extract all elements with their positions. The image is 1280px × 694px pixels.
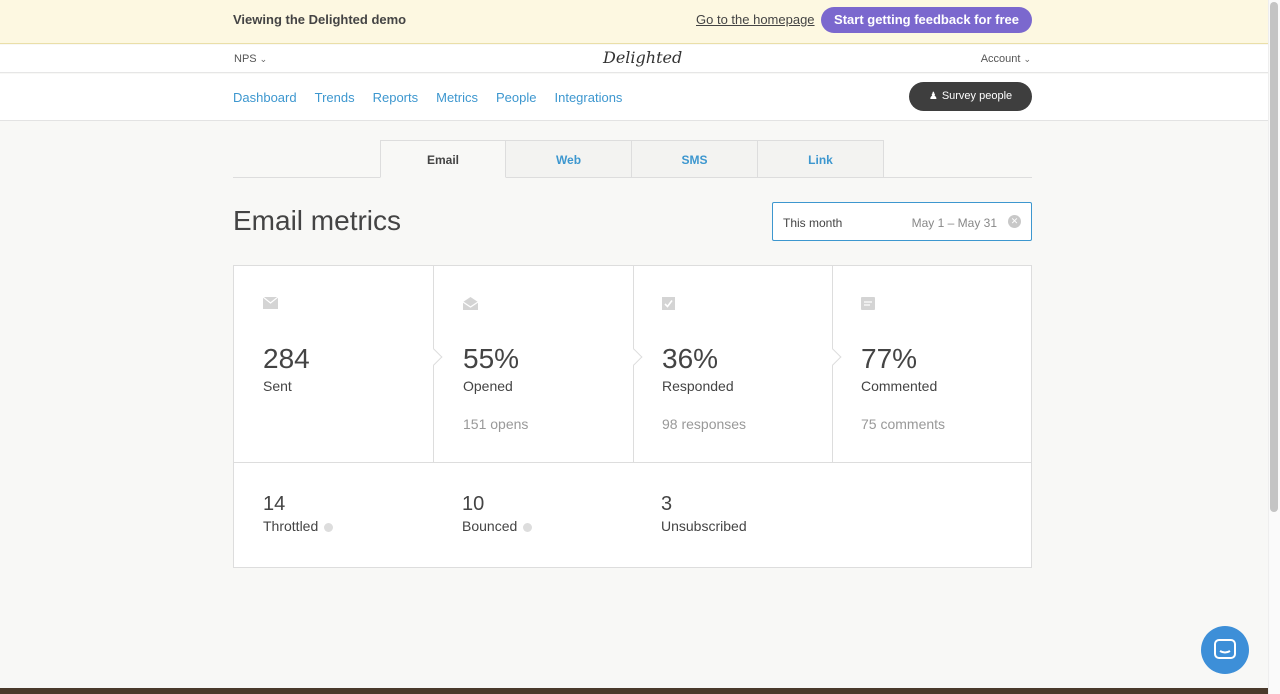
metric-label: Bounced <box>462 518 533 534</box>
metric-sent: 284 Sent <box>234 266 443 463</box>
metric-value: 10 <box>462 493 485 515</box>
nav-people[interactable]: People <box>496 90 536 105</box>
metric-responded: 36% Responded 98 responses <box>633 266 842 463</box>
top-bar: NPS ⌄ Delighted Account ⌄ <box>0 45 1268 73</box>
metrics-card: 284 Sent 55% Opened 151 opens 36% Respon… <box>233 265 1032 568</box>
metric-label: Unsubscribed <box>661 518 747 534</box>
survey-people-label: Survey people <box>941 90 1013 102</box>
metric-detail: 98 responses <box>662 416 747 432</box>
add-person-icon: ♟ <box>928 91 938 102</box>
metric-value: 36% <box>662 343 719 374</box>
metric-opened: 55% Opened 151 opens <box>434 266 643 463</box>
tab-web[interactable]: Web <box>506 140 632 178</box>
nav-integrations[interactable]: Integrations <box>555 90 623 105</box>
main-nav: Dashboard Trends Reports Metrics People … <box>0 74 1268 121</box>
metric-label: Sent <box>263 378 292 394</box>
nav-dashboard[interactable]: Dashboard <box>233 90 297 105</box>
info-icon[interactable] <box>523 522 533 532</box>
metric-label: Throttled <box>263 518 334 534</box>
checkbox-icon <box>662 297 677 310</box>
demo-banner: Viewing the Delighted demo Go to the hom… <box>0 0 1268 44</box>
scrollbar[interactable] <box>1268 0 1280 694</box>
envelope-icon <box>262 296 279 310</box>
clear-icon[interactable]: ✕ <box>1008 215 1021 228</box>
date-range-value: May 1 – May 31 <box>911 216 997 230</box>
metric-value: 3 <box>661 493 673 515</box>
scrollbar-thumb[interactable] <box>1270 2 1278 512</box>
metric-bounced: 10 Bounced <box>433 463 633 568</box>
metric-detail: 75 comments <box>861 416 946 432</box>
date-range-picker[interactable]: This month May 1 – May 31 ✕ <box>772 202 1032 241</box>
metric-label: Responded <box>662 378 734 394</box>
account-menu[interactable]: Account ⌄ <box>981 53 1031 65</box>
nav-metrics[interactable]: Metrics <box>436 90 478 105</box>
product-selector-label: NPS <box>234 53 257 65</box>
chevron-down-icon: ⌄ <box>1023 54 1031 64</box>
nav-trends[interactable]: Trends <box>315 90 355 105</box>
tab-email[interactable]: Email <box>380 140 506 178</box>
demo-banner-title: Viewing the Delighted demo <box>233 12 407 27</box>
survey-people-button[interactable]: ♟ Survey people <box>909 82 1032 111</box>
chat-launcher[interactable] <box>1201 626 1249 674</box>
metric-unsubscribed: 3 Unsubscribed <box>632 463 832 568</box>
metric-value: 55% <box>463 343 520 374</box>
start-feedback-button[interactable]: Start getting feedback for free <box>821 7 1032 33</box>
channel-tabs: Email Web SMS Link <box>380 140 884 178</box>
product-selector[interactable]: NPS ⌄ <box>234 53 267 65</box>
metric-value: 77% <box>861 343 918 374</box>
homepage-link[interactable]: Go to the homepage <box>696 12 815 27</box>
metric-value: 284 <box>263 343 310 374</box>
nav-reports[interactable]: Reports <box>373 90 419 105</box>
info-icon[interactable] <box>324 522 334 532</box>
throttled-label: Throttled <box>263 518 319 534</box>
metric-commented: 77% Commented 75 comments <box>832 266 1032 463</box>
page-title: Email metrics <box>233 205 402 236</box>
chevron-down-icon: ⌄ <box>259 54 268 64</box>
date-range-label: This month <box>783 216 843 230</box>
account-menu-label: Account <box>980 53 1021 65</box>
bounced-label: Bounced <box>462 518 518 534</box>
metric-value: 14 <box>263 493 286 515</box>
open-envelope-icon <box>462 297 479 310</box>
tab-sms[interactable]: SMS <box>632 140 758 178</box>
delighted-logo[interactable]: Delighted <box>603 48 682 67</box>
comment-icon <box>861 297 876 310</box>
metric-label: Commented <box>861 378 938 394</box>
tab-link[interactable]: Link <box>758 140 884 178</box>
metric-throttled: 14 Throttled <box>234 463 434 568</box>
metric-label: Opened <box>463 378 513 394</box>
metric-detail: 151 opens <box>463 416 529 432</box>
desktop-background <box>0 688 1268 694</box>
